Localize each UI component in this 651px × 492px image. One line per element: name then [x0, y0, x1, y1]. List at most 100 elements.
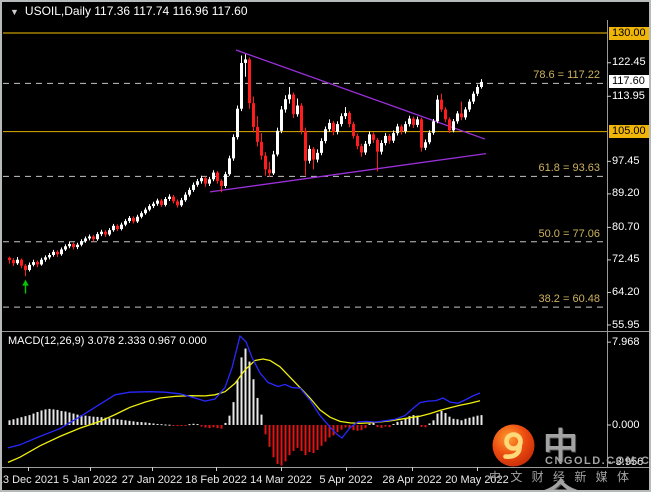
macd-bar [64, 411, 67, 425]
macd-bar [204, 425, 207, 428]
macd-bar [400, 420, 403, 425]
candle [92, 236, 95, 240]
macd-bar [176, 425, 179, 427]
macd-bar [220, 425, 223, 429]
candle [220, 180, 223, 186]
candle [412, 118, 415, 125]
candle [84, 238, 87, 242]
macd-bar [48, 408, 51, 425]
macd-bar [232, 402, 235, 425]
macd-bar [196, 424, 199, 426]
macd-bar [432, 420, 435, 425]
candle [76, 244, 79, 248]
macd-bar [144, 422, 147, 425]
candle [376, 139, 379, 152]
watermark-tagline: 中 文 财 经 新 媒 体 [489, 470, 633, 484]
fib-level-label: 78.6 = 117.22 [533, 69, 600, 82]
candle [404, 124, 407, 132]
macd-bar [312, 425, 315, 454]
candle [444, 109, 447, 120]
candle [120, 224, 123, 229]
candle [304, 130, 307, 161]
macd-bar [72, 413, 75, 425]
candle [428, 132, 431, 143]
candle [12, 260, 15, 264]
macd-bar [212, 425, 215, 428]
candle [124, 221, 127, 225]
candle [132, 217, 135, 222]
candle [408, 118, 411, 125]
macd-bar [288, 425, 291, 456]
mt4-chart-window: ▼ USOIL,Daily 117.36 117.74 116.96 117.60… [0, 0, 651, 492]
candle [424, 142, 427, 148]
macd-bar [428, 423, 431, 425]
candle [320, 141, 323, 153]
candle [108, 230, 111, 235]
price-axis-label: 122.45 [612, 56, 646, 69]
macd-bar [324, 425, 327, 442]
candle [204, 178, 207, 184]
candle [464, 109, 467, 118]
macd-bar [16, 418, 19, 425]
candle [36, 262, 39, 265]
macd-bar [120, 419, 123, 425]
chart-title: USOIL,Daily 117.36 117.74 116.96 117.60 [24, 4, 248, 18]
candle [400, 126, 403, 132]
macd-bar [12, 419, 15, 425]
macd-bar [184, 425, 187, 426]
candle [184, 194, 187, 201]
candle [176, 201, 179, 206]
current-price-badge: 117.60 [609, 75, 649, 89]
chevron-down-icon[interactable]: ▼ [10, 7, 19, 17]
macd-bar [148, 422, 151, 425]
macd-bar [460, 420, 463, 425]
macd-bar [316, 425, 319, 450]
candle [20, 259, 23, 266]
candle [144, 209, 147, 214]
macd-axis-label: 0.000 [612, 418, 640, 431]
candle [360, 146, 363, 153]
candle [372, 134, 375, 140]
candle [256, 126, 259, 142]
macd-bar [124, 420, 127, 425]
macd-signal-line [7, 358, 481, 463]
candle [160, 200, 163, 205]
macd-bar [268, 425, 271, 447]
macd-bar [208, 425, 211, 429]
macd-bar [168, 424, 171, 426]
macd-bar [228, 415, 231, 425]
candle [172, 196, 175, 202]
macd-bar [264, 425, 267, 435]
candle [56, 251, 59, 255]
macd-bar [364, 425, 367, 429]
candle [456, 113, 459, 122]
candle [196, 181, 199, 185]
trendline[interactable] [235, 49, 486, 140]
candle [272, 154, 275, 174]
macd-bar [172, 425, 175, 426]
macd-bar [464, 418, 467, 425]
macd-bar [40, 410, 43, 425]
candle [212, 172, 215, 180]
candle [476, 87, 479, 94]
macd-bar [440, 410, 443, 425]
price-axis-label: 97.45 [612, 154, 640, 167]
candle [296, 105, 299, 115]
candle [352, 124, 355, 136]
macd-bar [200, 425, 203, 427]
candle [16, 259, 19, 264]
candle [332, 122, 335, 132]
macd-bar [132, 421, 135, 425]
macd-main-line [7, 334, 481, 449]
macd-histogram-layer[interactable] [8, 348, 483, 466]
candle [336, 124, 339, 132]
macd-bar [116, 419, 119, 425]
macd-bar [444, 413, 447, 425]
price-level-badge: 105.00 [609, 125, 649, 139]
price-level-badge: 130.00 [609, 26, 649, 40]
candle [252, 103, 255, 127]
title-bar[interactable]: ▼ USOIL,Daily 117.36 117.74 116.96 117.60 [2, 2, 649, 20]
macd-bar [420, 425, 423, 427]
price-axis-label: 72.45 [612, 253, 640, 266]
macd-bar [28, 415, 31, 425]
